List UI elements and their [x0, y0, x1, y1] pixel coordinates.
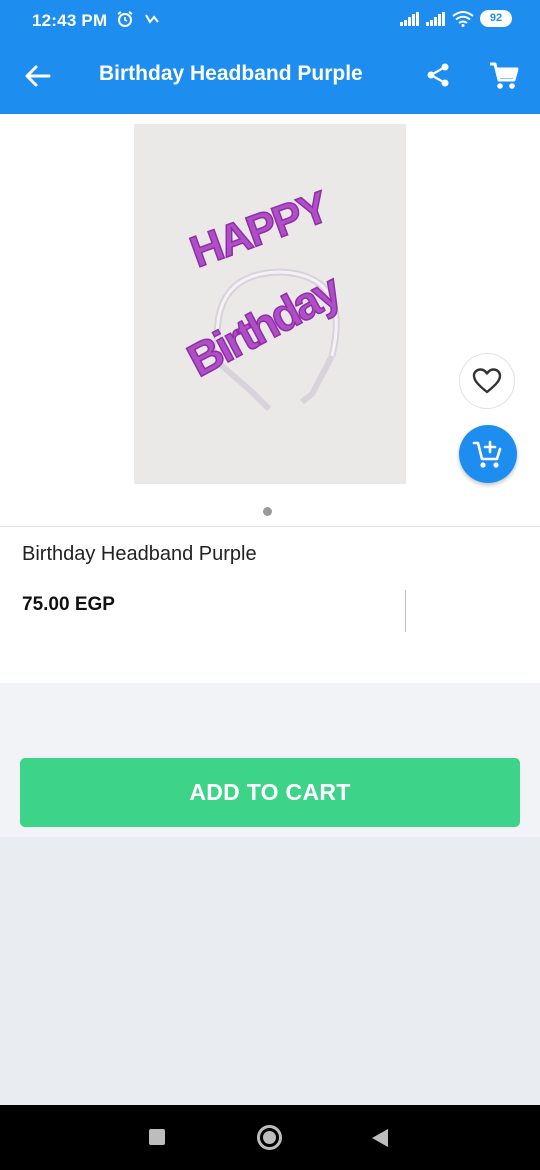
wifi-calling-icon — [145, 14, 159, 24]
add-to-cart-button[interactable]: ADD TO CART — [20, 758, 520, 827]
alarm-icon — [117, 11, 133, 27]
status-right-icons: 92 — [400, 10, 512, 27]
favorite-button[interactable] — [459, 353, 515, 409]
product-gallery: HAPPY Birthday — [0, 114, 540, 526]
add-to-cart-icon — [472, 440, 502, 468]
empty-area — [0, 837, 540, 1105]
product-image[interactable]: HAPPY Birthday — [134, 124, 406, 484]
product-name: Birthday Headband Purple — [22, 543, 257, 565]
carousel-indicator — [263, 507, 272, 516]
wifi-icon — [452, 10, 474, 27]
status-bar: 12:43 PM 92 — [0, 0, 540, 38]
status-left-icons — [116, 10, 160, 28]
page-title: Birthday Headband Purple — [99, 62, 363, 85]
system-navigation-bar — [0, 1105, 540, 1170]
battery-icon: 92 — [480, 10, 512, 27]
shopping-cart-icon[interactable] — [488, 60, 520, 92]
home-icon[interactable] — [257, 1125, 282, 1150]
back-arrow-icon[interactable] — [22, 60, 54, 92]
cart-section: ADD TO CART — [0, 683, 540, 837]
divider — [405, 590, 406, 632]
add-to-cart-fab[interactable] — [459, 425, 517, 483]
app-bar: Birthday Headband Purple — [0, 38, 540, 114]
product-price: 75.00 EGP — [22, 594, 115, 615]
signal-icon — [426, 11, 445, 26]
status-time: 12:43 PM — [32, 11, 108, 30]
share-icon[interactable] — [424, 61, 452, 89]
signal-icon — [400, 11, 419, 26]
product-info: Birthday Headband Purple 75.00 EGP — [0, 527, 540, 683]
back-icon[interactable] — [372, 1129, 388, 1147]
recent-apps-icon[interactable] — [149, 1129, 165, 1145]
heart-icon — [472, 368, 502, 394]
headband-illustration: HAPPY Birthday — [134, 124, 406, 484]
